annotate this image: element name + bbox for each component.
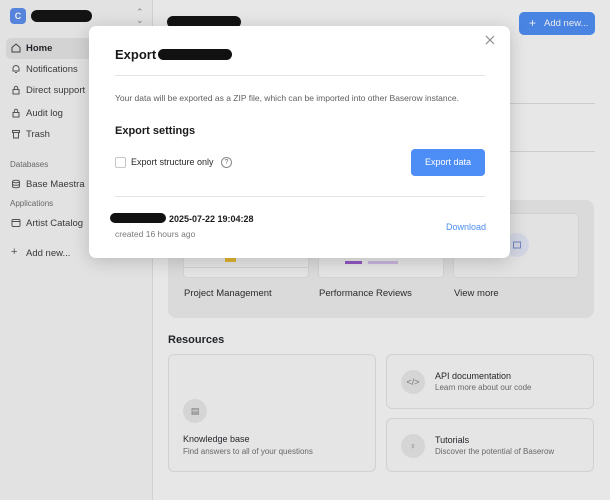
modal-divider bbox=[115, 196, 485, 197]
modal-title-redacted bbox=[158, 49, 232, 60]
export-settings-title: Export settings bbox=[115, 125, 196, 137]
export-data-button[interactable]: Export data bbox=[411, 149, 485, 176]
help-icon[interactable]: ? bbox=[221, 157, 232, 168]
close-icon[interactable] bbox=[484, 34, 496, 46]
export-structure-label[interactable]: Export structure only bbox=[131, 157, 214, 167]
export-structure-checkbox[interactable] bbox=[115, 157, 126, 168]
download-link[interactable]: Download bbox=[446, 222, 486, 232]
export-job-created: created 16 hours ago bbox=[115, 229, 196, 239]
modal-description: Your data will be exported as a ZIP file… bbox=[115, 93, 459, 103]
modal-divider bbox=[115, 75, 485, 76]
export-job-name-redacted bbox=[110, 213, 166, 223]
modal-title: Export bbox=[115, 47, 157, 62]
export-modal: Export Your data will be exported as a Z… bbox=[89, 26, 510, 258]
export-job-timestamp: 2025-07-22 19:04:28 bbox=[169, 214, 254, 224]
